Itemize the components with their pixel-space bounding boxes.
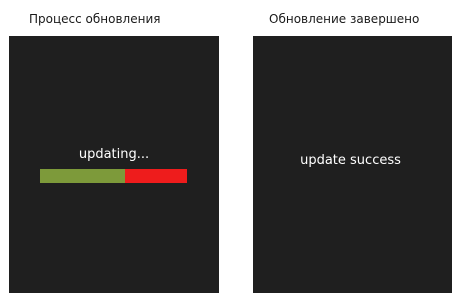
updating-status-text: updating... — [78, 147, 150, 162]
update-success-text: update success — [300, 153, 401, 168]
update-success-screen: update success — [253, 36, 452, 293]
update-progress-fill — [40, 169, 126, 183]
update-progress-bar — [40, 169, 187, 183]
update-complete-caption: Обновление завершено — [269, 12, 420, 26]
update-process-caption: Процесс обновления — [29, 12, 161, 26]
updating-screen: updating... — [9, 36, 219, 293]
